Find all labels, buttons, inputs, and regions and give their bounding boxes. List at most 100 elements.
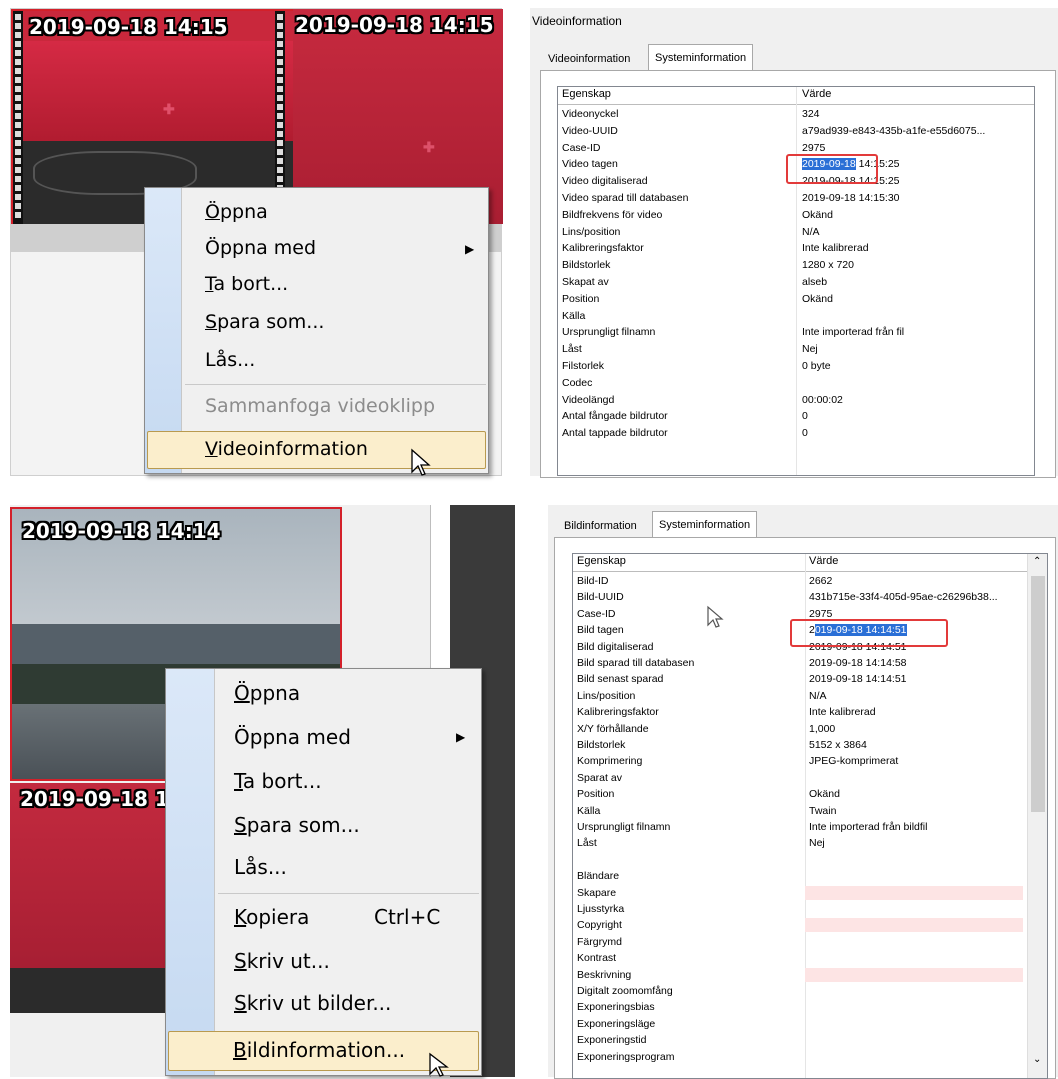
tab-videoinformation[interactable]: Videoinformation	[542, 48, 636, 70]
scroll-down-icon[interactable]: ⌄	[1033, 1054, 1041, 1065]
property-value: 0 byte	[802, 360, 831, 372]
table-row[interactable]: Lins/position N/A	[573, 688, 1027, 704]
table-row[interactable]: Färgrymd	[573, 934, 1027, 950]
table-row[interactable]: Beskrivning	[573, 967, 1027, 983]
table-row[interactable]: Videonyckel 324	[558, 106, 1034, 122]
property-value: JPEG-komprimerat	[809, 755, 899, 768]
property-name: Video tagen	[562, 158, 618, 171]
table-row[interactable]: Video-UUID a79ad939-e843-435b-a1fe-e55d60…	[558, 123, 1034, 139]
property-value: Okänd	[802, 208, 833, 221]
table-row[interactable]: Filstorlek 0 byte	[558, 358, 1034, 374]
video-context-menu: Öppna Öppna med ▶ Ta bort... Spara som..…	[144, 187, 489, 474]
menu-item-delete[interactable]: Ta bort...	[166, 761, 481, 801]
property-value: 0	[802, 410, 808, 423]
table-row[interactable]: Bländare	[573, 868, 1027, 884]
submenu-arrow-icon: ▶	[465, 242, 475, 256]
table-row[interactable]: Ursprungligt filnamn Inte importerad från…	[558, 324, 1034, 340]
property-name: Video digitaliserad	[562, 175, 648, 188]
property-name: Bildstorlek	[577, 739, 626, 751]
menu-item-print-images[interactable]: Skriv ut bilder...	[166, 983, 481, 1023]
table-row[interactable]: Bildfrekvens för video Okänd	[558, 207, 1034, 223]
menu-item-copy[interactable]: Kopiera Ctrl+C	[166, 897, 481, 937]
highlight-box	[786, 154, 878, 184]
property-name: Bildfrekvens för video	[562, 208, 663, 221]
property-value: Twain	[809, 804, 837, 817]
table-row[interactable]: Bild senast sparad 2019-09-18 14:14:51	[573, 671, 1027, 687]
thumbnail-timestamp: 2019-09-18 14:15	[29, 15, 228, 39]
table-row[interactable]: Antal fångade bildrutor 0	[558, 408, 1034, 424]
table-row[interactable]: Ljusstyrka	[573, 901, 1027, 917]
highlight-box	[790, 619, 948, 647]
table-row[interactable]: Bildstorlek 5152 x 3864	[573, 737, 1027, 753]
property-name: Exponeringsprogram	[577, 1050, 675, 1063]
property-name: Låst	[562, 343, 582, 356]
tab-bildinformation[interactable]: Bildinformation	[558, 515, 643, 537]
menu-item-open-with[interactable]: Öppna med ▶	[166, 717, 481, 757]
table-row[interactable]: Lins/position N/A	[558, 224, 1034, 240]
column-header-property[interactable]: Egenskap	[562, 88, 611, 100]
table-row[interactable]: X/Y förhållande 1,000	[573, 721, 1027, 737]
table-row[interactable]: Codec	[558, 375, 1034, 391]
table-row[interactable]: Skapare	[573, 885, 1027, 901]
table-row[interactable]: Skapat av alseb	[558, 274, 1034, 290]
column-header-value[interactable]: Värde	[802, 88, 831, 100]
property-name: Digitalt zoomomfång	[577, 985, 673, 997]
table-row[interactable]: Position Okänd	[558, 291, 1034, 307]
table-row[interactable]: Copyright	[573, 917, 1027, 933]
table-row[interactable]: Bild sparad till databasen 2019-09-18 14:…	[573, 655, 1027, 671]
property-name: Skapare	[577, 886, 617, 899]
thumbnail-timestamp: 2019-09-18 1	[20, 787, 169, 811]
table-row[interactable]: Komprimering JPEG-komprimerat	[573, 753, 1027, 769]
table-row[interactable]: Kontrast	[573, 950, 1027, 966]
table-row[interactable]: Källa	[558, 308, 1034, 324]
property-value: Inte importerad från bildfil	[809, 821, 928, 833]
vertical-scrollbar[interactable]: ⌃ ⌄	[1027, 554, 1047, 1078]
thumbnail-timestamp: 2019-09-18 14:15	[295, 13, 494, 37]
property-name: Skapat av	[562, 276, 609, 288]
menu-item-print[interactable]: Skriv ut...	[166, 941, 481, 981]
menu-item-open[interactable]: Öppna	[166, 673, 481, 713]
table-row[interactable]: Låst Nej	[573, 835, 1027, 851]
table-row[interactable]: Antal tappade bildrutor 0	[558, 425, 1034, 441]
table-row[interactable]	[573, 852, 1027, 868]
property-name: Källa	[577, 804, 601, 817]
table-row[interactable]: Sparat av	[573, 770, 1027, 786]
menu-item-save-as[interactable]: Spara som...	[166, 805, 481, 845]
menu-item-video-information[interactable]: Videoinformation	[147, 431, 486, 469]
scroll-up-icon[interactable]: ⌃	[1033, 556, 1041, 567]
menu-item-delete[interactable]: Ta bort...	[145, 268, 488, 302]
property-name: Kontrast	[577, 952, 617, 965]
image-context-menu: Öppna Öppna med ▶ Ta bort... Spara som..…	[165, 668, 482, 1076]
property-name: Sparat av	[577, 771, 622, 784]
table-row[interactable]: Kalibreringsfaktor Inte kalibrerad	[558, 240, 1034, 256]
table-row[interactable]: Video sparad till databasen 2019-09-18 14…	[558, 190, 1034, 206]
table-row[interactable]: Position Okänd	[573, 786, 1027, 802]
tab-systeminformation[interactable]: Systeminformation	[648, 44, 754, 71]
menu-item-lock[interactable]: Lås...	[145, 344, 488, 378]
column-header-value[interactable]: Värde	[809, 555, 838, 567]
property-value: 1,000	[809, 722, 836, 735]
menu-item-open-with[interactable]: Öppna med ▶	[145, 232, 488, 266]
property-name: Ljusstyrka	[577, 903, 625, 915]
scrollbar-thumb[interactable]	[1031, 576, 1045, 812]
table-row[interactable]: Bild-ID 2662	[573, 573, 1027, 589]
table-row[interactable]: Ursprungligt filnamn Inte importerad från…	[573, 819, 1027, 835]
table-row[interactable]: Bildstorlek 1280 x 720	[558, 257, 1034, 273]
property-name: Lins/position	[562, 225, 621, 238]
table-row[interactable]: Exponeringsprogram	[573, 1049, 1027, 1065]
column-header-property[interactable]: Egenskap	[577, 555, 626, 567]
table-row[interactable]: Källa Twain	[573, 803, 1027, 819]
menu-item-open[interactable]: Öppna	[145, 196, 488, 230]
table-row[interactable]: Bild-UUID 431b715e-33f4-405d-95ae-c26296b…	[573, 589, 1027, 605]
table-row[interactable]: Kalibreringsfaktor Inte kalibrerad	[573, 704, 1027, 720]
table-row[interactable]: Videolängd 00:00:02	[558, 392, 1034, 408]
menu-item-lock[interactable]: Lås...	[166, 847, 481, 887]
tab-systeminformation[interactable]: Systeminformation	[652, 511, 758, 538]
menu-item-save-as[interactable]: Spara som...	[145, 306, 488, 340]
table-row[interactable]: Exponeringsbias	[573, 999, 1027, 1015]
table-row[interactable]: Exponeringstid	[573, 1032, 1027, 1048]
table-row[interactable]: Exponeringsläge	[573, 1016, 1027, 1032]
table-row[interactable]: Låst Nej	[558, 341, 1034, 357]
property-name: Bländare	[577, 870, 620, 883]
table-row[interactable]: Digitalt zoomomfång	[573, 983, 1027, 999]
